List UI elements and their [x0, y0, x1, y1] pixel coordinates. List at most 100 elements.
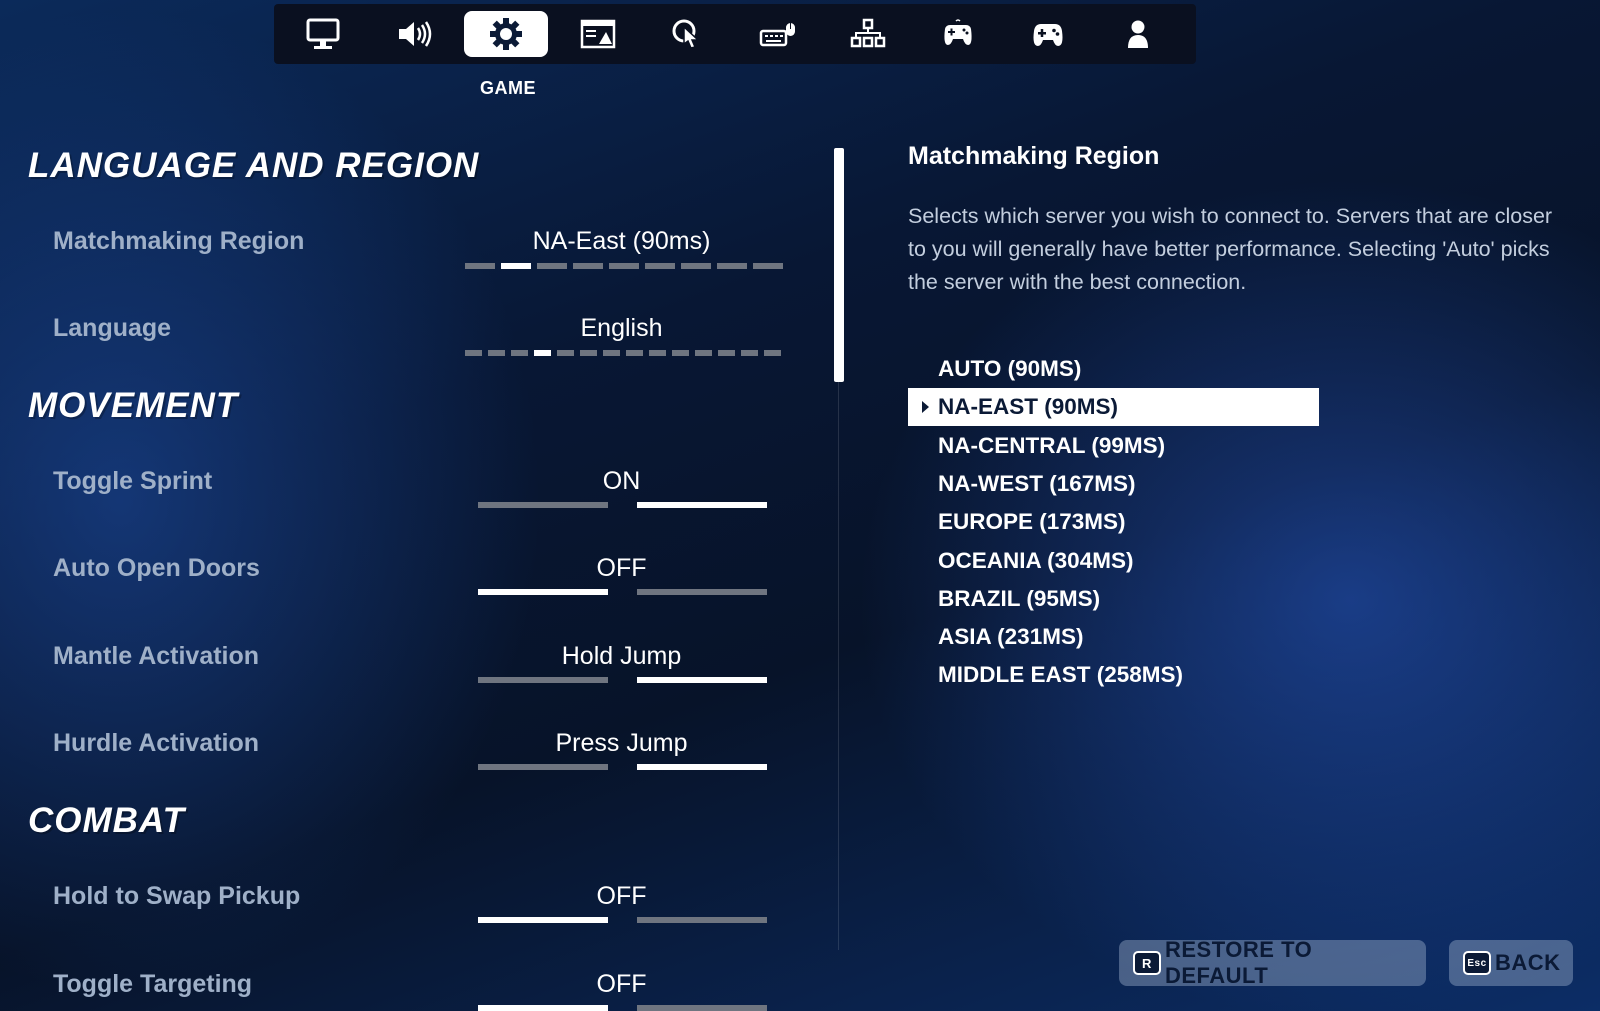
setting-indicator-language: [465, 350, 787, 356]
setting-value-language[interactable]: English: [440, 314, 803, 343]
toggle-segment: [637, 589, 767, 595]
toggle-segment: [478, 589, 608, 595]
region-option-label: EUROPE (173MS): [938, 509, 1126, 535]
indicator-segment: [573, 263, 603, 269]
toggle-segment: [478, 502, 608, 508]
active-tab-label: GAME: [480, 78, 536, 98]
indicator-segment: [764, 350, 781, 356]
tab-audio[interactable]: [372, 11, 456, 57]
indicator-segment: [681, 263, 711, 269]
region-option[interactable]: OCEANIA (304MS): [908, 542, 1319, 580]
setting-value-mantle-activation[interactable]: Hold Jump: [440, 642, 803, 671]
indicator-segment: [488, 350, 505, 356]
r-key-icon: R: [1133, 951, 1161, 975]
gear-icon: [490, 18, 522, 50]
setting-label-toggle-sprint: Toggle Sprint: [53, 467, 213, 495]
indicator-segment: [537, 263, 567, 269]
indicator-segment: [626, 350, 643, 356]
setting-value-matchmaking-region[interactable]: NA-East (90ms): [440, 227, 803, 256]
region-option-label: AUTO (90MS): [938, 356, 1082, 381]
wireless-controller-icon: [944, 19, 972, 45]
tab-gamepad[interactable]: [1006, 11, 1090, 57]
indicator-segment: [649, 350, 666, 356]
indicator-segment: [609, 263, 639, 269]
toggle-segment: [478, 917, 608, 923]
indicator-segment: [695, 350, 712, 356]
setting-value-toggle-sprint[interactable]: ON: [440, 467, 803, 496]
setting-value-toggle-targeting[interactable]: OFF: [440, 970, 803, 999]
setting-value-hold-to-swap-pickup[interactable]: OFF: [440, 882, 803, 911]
toggle-segment: [637, 677, 767, 683]
section-movement: MOVEMENT: [28, 386, 239, 425]
tab-video[interactable]: [281, 11, 365, 57]
section-combat: COMBAT: [28, 801, 185, 840]
region-option[interactable]: NA-WEST (167MS): [908, 465, 1319, 503]
back-label: BACK: [1495, 950, 1561, 975]
setting-label-language: Language: [53, 314, 172, 342]
setting-indicator-matchmaking-region: [465, 263, 789, 269]
restore-to-default-button[interactable]: R RESTORE TO DEFAULT: [1119, 937, 1426, 988]
indicator-segment: [718, 350, 735, 356]
indicator-segment: [465, 263, 495, 269]
region-option[interactable]: ASIA (231MS): [908, 618, 1319, 656]
region-option[interactable]: AUTO (90MS): [908, 350, 1319, 388]
tab-touch[interactable]: [646, 11, 730, 57]
setting-label-toggle-targeting: Toggle Targeting: [53, 970, 253, 998]
setting-label-auto-open-doors: Auto Open Doors: [53, 554, 260, 582]
account-icon: [1128, 20, 1148, 48]
indicator-segment: [741, 350, 758, 356]
tab-game-ui[interactable]: [556, 11, 640, 57]
detail-title: Matchmaking Region: [908, 142, 1160, 170]
touch-icon: [672, 19, 700, 49]
tab-game[interactable]: [464, 11, 548, 57]
region-option-label: OCEANIA (304MS): [938, 547, 1134, 573]
indicator-segment: [534, 350, 551, 356]
tab-account[interactable]: [1096, 11, 1180, 57]
indicator-segment: [580, 350, 597, 356]
indicator-segment: [501, 263, 531, 269]
speaker-icon: [399, 21, 432, 47]
toggle-segment: [478, 764, 608, 770]
setting-toggle-toggle-sprint: [478, 502, 768, 508]
setting-label-mantle-activation: Mantle Activation: [53, 642, 260, 670]
setting-value-auto-open-doors[interactable]: OFF: [440, 554, 803, 583]
region-option[interactable]: EUROPE (173MS): [908, 503, 1319, 541]
region-option[interactable]: NA-EAST (90MS): [908, 388, 1319, 427]
toggle-segment: [637, 502, 767, 508]
detail-description: Selects which server you wish to connect…: [908, 204, 1553, 294]
region-option[interactable]: NA-CENTRAL (99MS): [908, 427, 1319, 465]
region-option-label: MIDDLE EAST (258MS): [938, 662, 1184, 688]
setting-label-matchmaking-region: Matchmaking Region: [53, 227, 305, 255]
indicator-segment: [557, 350, 574, 356]
indicator-segment: [511, 350, 528, 356]
setting-toggle-toggle-targeting: [478, 1005, 768, 1011]
panel-divider: [838, 380, 839, 950]
setting-toggle-hold-to-swap-pickup: [478, 917, 768, 923]
setting-toggle-mantle-activation: [478, 677, 768, 683]
caret-right-icon: [922, 401, 929, 414]
indicator-segment: [672, 350, 689, 356]
back-button[interactable]: Esc BACK: [1449, 940, 1573, 986]
region-option-label: NA-EAST (90MS): [938, 394, 1119, 420]
gamepad-icon: [1033, 24, 1063, 46]
toggle-segment: [637, 764, 767, 770]
indicator-segment: [465, 350, 482, 356]
toggle-segment: [637, 917, 767, 923]
display-ui-icon: [580, 19, 616, 49]
tab-keyboard-controls[interactable]: [736, 11, 820, 57]
region-option[interactable]: BRAZIL (95MS): [908, 580, 1319, 618]
region-option-label: NA-WEST (167MS): [938, 470, 1136, 496]
setting-label-hold-to-swap-pickup: Hold to Swap Pickup: [53, 882, 301, 910]
region-option[interactable]: MIDDLE EAST (258MS): [908, 656, 1319, 694]
toggle-segment: [478, 677, 608, 683]
region-option-label: ASIA (231MS): [938, 624, 1084, 650]
region-option-label: BRAZIL (95MS): [938, 585, 1101, 611]
toggle-segment: [637, 1005, 767, 1011]
tab-controller-layout[interactable]: [826, 11, 910, 57]
setting-value-hurdle-activation[interactable]: Press Jump: [440, 729, 803, 758]
setting-toggle-hurdle-activation: [478, 764, 768, 770]
setting-toggle-auto-open-doors: [478, 589, 768, 595]
indicator-segment: [603, 350, 620, 356]
tab-wireless-controller[interactable]: [916, 11, 1000, 57]
settings-scrollbar[interactable]: [834, 148, 844, 382]
